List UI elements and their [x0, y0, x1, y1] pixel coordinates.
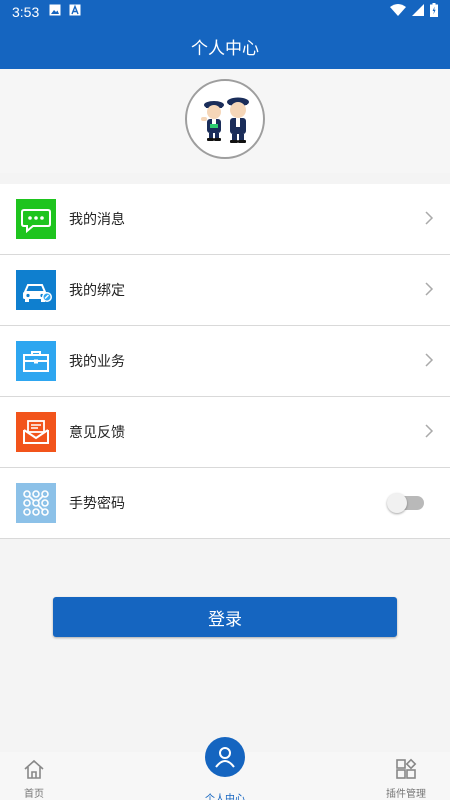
tab-home-label: 首页 — [24, 789, 44, 800]
login-button[interactable]: 登录 — [53, 597, 397, 637]
signal-icon — [412, 4, 424, 20]
home-icon — [23, 758, 45, 783]
chevron-right-icon — [424, 352, 434, 372]
toggle-knob — [387, 493, 407, 513]
menu-item-label: 我的业务 — [69, 354, 125, 370]
menu-item-label: 意见反馈 — [69, 425, 125, 441]
personal-center-tab-icon[interactable] — [205, 737, 245, 777]
status-time: 3:53 — [12, 4, 40, 20]
gesture-password-toggle[interactable] — [387, 493, 424, 513]
menu-list: 我的消息 我的绑定 我的业务 意见反馈 手势密码 — [0, 184, 450, 539]
status-bar: 3:53 — [0, 0, 450, 24]
app-notification-icon — [69, 4, 81, 20]
menu-item-label: 我的绑定 — [69, 283, 125, 299]
message-icon — [16, 199, 56, 239]
briefcase-icon — [16, 341, 56, 381]
menu-item-messages[interactable]: 我的消息 — [0, 184, 450, 255]
gallery-notification-icon — [49, 4, 61, 20]
tab-home[interactable]: 首页 — [14, 758, 54, 800]
menu-item-business[interactable]: 我的业务 — [0, 326, 450, 397]
chevron-right-icon — [424, 423, 434, 443]
menu-item-bindings[interactable]: 我的绑定 — [0, 255, 450, 326]
chevron-right-icon — [424, 281, 434, 301]
police-mascot-image — [201, 97, 249, 143]
profile-section — [0, 69, 450, 173]
page-title: 个人中心 — [191, 39, 259, 59]
menu-item-label: 手势密码 — [69, 496, 125, 512]
header-bar: 个人中心 — [0, 24, 450, 69]
tab-personal-center-label: 个人中心 — [205, 794, 245, 800]
battery-icon — [430, 3, 438, 21]
feedback-mail-icon — [16, 412, 56, 452]
avatar[interactable] — [185, 79, 265, 159]
gesture-grid-icon — [16, 483, 56, 523]
tab-plugin-management-label: 插件管理 — [386, 789, 426, 800]
user-icon — [215, 747, 235, 768]
car-bind-icon — [16, 270, 56, 310]
menu-item-feedback[interactable]: 意见反馈 — [0, 397, 450, 468]
menu-item-label: 我的消息 — [69, 212, 125, 228]
tab-personal-center[interactable]: 个人中心 — [200, 788, 250, 800]
plugins-icon — [395, 758, 417, 783]
menu-item-gesture-password: 手势密码 — [0, 468, 450, 539]
wifi-icon — [390, 4, 406, 20]
chevron-right-icon — [424, 210, 434, 230]
tab-plugin-management[interactable]: 插件管理 — [384, 758, 428, 800]
